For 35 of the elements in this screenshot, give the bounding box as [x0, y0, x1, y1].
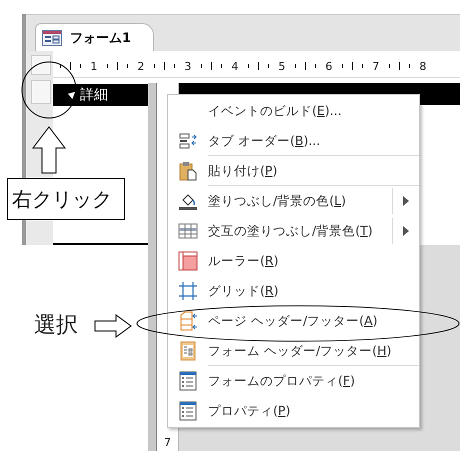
ruler-number: 8 [419, 60, 426, 72]
menu-item[interactable]: ルーラー(R) [168, 246, 419, 276]
ruler-number: 7 [372, 60, 380, 72]
menu-item[interactable]: イベントのビルド(E)... [168, 96, 419, 126]
ruler-number: 7 [164, 436, 171, 449]
form-header-footer-icon [178, 341, 198, 361]
callout-label: 選択 [34, 312, 78, 340]
form-icon [42, 30, 62, 46]
property-sheet-icon [178, 371, 198, 391]
table-icon [178, 221, 198, 241]
menu-item[interactable]: フォームのプロパティ(F) [168, 366, 419, 396]
menu-item[interactable]: グリッド(R) [168, 276, 419, 306]
ruler-number: 5 [278, 60, 286, 72]
ruler-number: 1 [90, 60, 98, 72]
property-sheet-icon [178, 401, 198, 421]
document-tab[interactable]: フォーム1 [35, 23, 154, 51]
section-label: 詳細 [80, 86, 108, 104]
ruler-number: 3 [184, 60, 192, 72]
ruler-number: 6 [325, 60, 332, 72]
ruler-number: 4 [231, 60, 238, 72]
submenu-arrow-icon [403, 196, 409, 206]
ruler-number: 2 [137, 60, 144, 72]
form-selector[interactable] [31, 55, 51, 75]
menu-item[interactable]: プロパティ(P) [168, 396, 419, 426]
ruler-icon [178, 251, 198, 271]
callout-label: 右クリック [7, 178, 125, 220]
section-marker-icon [67, 90, 76, 100]
grid-icon [178, 281, 198, 301]
menu-item[interactable]: 交互の塗りつぶし/背景色(T) [168, 216, 419, 246]
tab-order-icon [178, 131, 198, 151]
menu-item[interactable]: 塗りつぶし/背景の色(L) [168, 186, 419, 216]
clipboard-icon [178, 161, 198, 181]
page-header-footer-icon [178, 311, 198, 331]
submenu-arrow-icon [403, 226, 409, 236]
right-arrow-icon [94, 314, 132, 338]
